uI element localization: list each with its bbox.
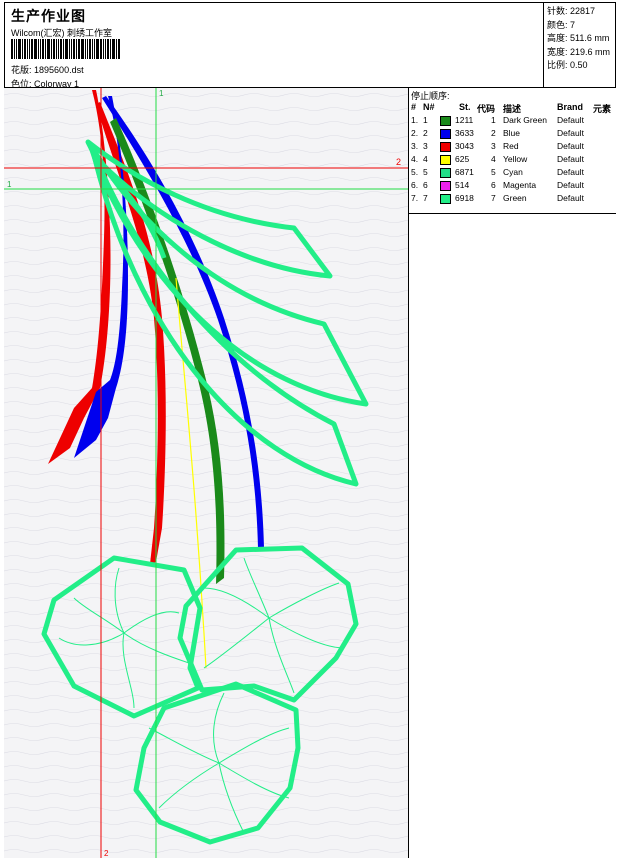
table-row: 6. 6 514 6 Magenta Default bbox=[411, 180, 614, 193]
row-n: 3 bbox=[423, 141, 428, 151]
col-brand: Brand bbox=[557, 102, 584, 112]
row-n: 7 bbox=[423, 193, 428, 203]
table-row: 7. 7 6918 7 Green Default bbox=[411, 193, 614, 206]
row-num: 1. bbox=[411, 115, 419, 125]
row-brand: Default bbox=[557, 115, 584, 125]
row-brand: Default bbox=[557, 180, 584, 190]
color-count: 颜色: 7 bbox=[547, 19, 576, 30]
design-stats: 针数: 22817 颜色: 7 高度: 511.6 mm 宽度: 219.6 m… bbox=[543, 3, 617, 89]
row-n: 6 bbox=[423, 180, 428, 190]
row-stitches: 1211 bbox=[455, 115, 474, 125]
row-num: 3. bbox=[411, 141, 419, 151]
table-row: 5. 5 6871 5 Cyan Default bbox=[411, 167, 614, 180]
col-code: 代码 bbox=[477, 104, 496, 114]
row-code: 3 bbox=[491, 141, 496, 151]
row-code: 7 bbox=[491, 193, 496, 203]
row-num: 5. bbox=[411, 167, 419, 177]
company-name: Wilcom(汇宏) 刺绣工作室 bbox=[11, 28, 112, 38]
fabric-background bbox=[4, 88, 408, 858]
color-swatch bbox=[440, 116, 451, 126]
row-stitches: 6918 bbox=[455, 193, 474, 203]
col-n: N# bbox=[423, 102, 435, 112]
row-num: 7. bbox=[411, 193, 419, 203]
row-stitches: 514 bbox=[455, 180, 470, 190]
guide-label-v-green: 1 bbox=[159, 89, 164, 98]
color-swatch bbox=[440, 194, 451, 204]
row-brand: Default bbox=[557, 128, 584, 138]
sheet-header: 生产作业图 Wilcom(汇宏) 刺绣工作室 花版: 1895600.dst 色… bbox=[4, 2, 617, 89]
color-swatch bbox=[440, 129, 451, 139]
embroidery-drawing: 1 2 1 2 bbox=[4, 88, 408, 858]
design-info: 花版: 1895600.dst bbox=[11, 63, 84, 76]
col-num: # bbox=[411, 102, 417, 112]
stop-sequence-header: # N# St. 代码 描述 Brand 元素 bbox=[411, 102, 614, 114]
row-code: 5 bbox=[491, 167, 496, 177]
design-label: 花版: bbox=[11, 65, 32, 75]
design-scale: 比例: 0.50 bbox=[547, 60, 588, 70]
barcode bbox=[11, 39, 147, 59]
row-n: 1 bbox=[423, 115, 428, 125]
col-elem: 元素 bbox=[593, 104, 612, 114]
table-row: 2. 2 3633 2 Blue Default bbox=[411, 128, 614, 141]
row-code: 4 bbox=[491, 154, 496, 164]
stitch-count: 针数: 22817 bbox=[547, 6, 596, 16]
color-swatch bbox=[440, 142, 451, 152]
row-stitches: 3633 bbox=[455, 128, 474, 138]
row-desc: Magenta bbox=[503, 180, 537, 190]
table-row: 3. 3 3043 3 Red Default bbox=[411, 141, 614, 154]
stop-sequence-panel: 停止顺序: # N# St. 代码 描述 Brand 元素 1. 1 1211 1 Da… bbox=[409, 88, 616, 858]
row-desc: Yellow bbox=[503, 154, 528, 164]
row-code: 2 bbox=[491, 128, 496, 138]
row-code: 6 bbox=[491, 180, 496, 190]
row-desc: Cyan bbox=[503, 167, 523, 177]
row-num: 4. bbox=[411, 154, 419, 164]
row-n: 2 bbox=[423, 128, 428, 138]
color-swatch bbox=[440, 168, 451, 178]
design-preview: 1 2 1 2 bbox=[4, 88, 409, 858]
row-desc: Red bbox=[503, 141, 519, 151]
row-brand: Default bbox=[557, 193, 584, 203]
design-height: 高度: 511.6 mm bbox=[547, 33, 610, 43]
page-title: 生产作业图 bbox=[11, 8, 86, 24]
guide-label-v-red: 2 bbox=[104, 849, 109, 858]
guide-label-h-green: 1 bbox=[7, 180, 12, 189]
row-desc: Green bbox=[503, 193, 527, 203]
row-num: 2. bbox=[411, 128, 419, 138]
col-st: St. bbox=[459, 102, 471, 112]
row-brand: Default bbox=[557, 141, 584, 151]
color-swatch bbox=[440, 155, 451, 165]
row-stitches: 625 bbox=[455, 154, 470, 164]
row-stitches: 6871 bbox=[455, 167, 474, 177]
col-desc: 描述 bbox=[503, 104, 522, 114]
row-num: 6. bbox=[411, 180, 419, 190]
row-desc: Blue bbox=[503, 128, 521, 138]
row-n: 5 bbox=[423, 167, 428, 177]
row-brand: Default bbox=[557, 167, 584, 177]
guide-label-h-red: 2 bbox=[396, 157, 401, 167]
stop-sequence-title: 停止顺序: bbox=[411, 91, 450, 101]
color-swatch bbox=[440, 181, 451, 191]
row-stitches: 3043 bbox=[455, 141, 474, 151]
table-row: 1. 1 1211 1 Dark Green Default bbox=[411, 115, 614, 128]
row-desc: Dark Green bbox=[503, 115, 547, 125]
table-row: 4. 4 625 4 Yellow Default bbox=[411, 154, 614, 167]
design-name: 1895600.dst bbox=[34, 65, 84, 75]
design-width: 宽度: 219.6 mm bbox=[547, 46, 611, 57]
row-n: 4 bbox=[423, 154, 428, 164]
row-code: 1 bbox=[491, 115, 496, 125]
row-brand: Default bbox=[557, 154, 584, 164]
